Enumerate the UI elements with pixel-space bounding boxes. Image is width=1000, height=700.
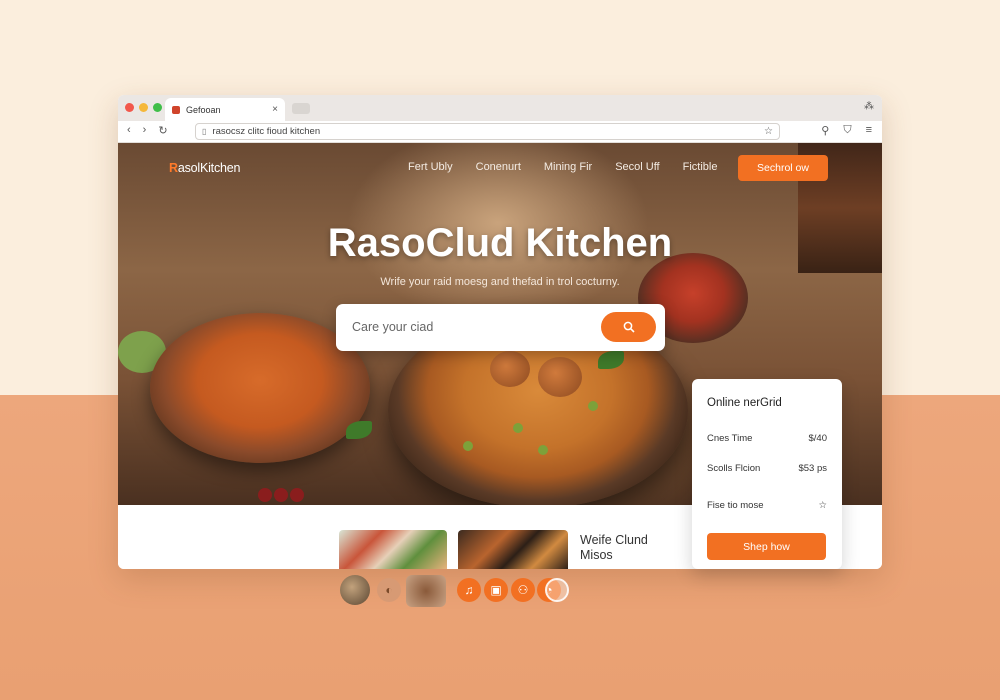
promo-text: Weife Clund Misos [580, 533, 648, 563]
card-row: Fise tio mose ☆ [707, 500, 827, 511]
icon-dock: ◐ ♫ ▣ ⚇ ◔ [0, 575, 1000, 607]
address-bar[interactable]: ▯ rasocsz clitc fioud kitchen ☆ [195, 123, 780, 140]
puzzle-icon[interactable]: ⚲ [821, 124, 829, 137]
card-title: Online nerGrid [707, 397, 782, 409]
star-icon[interactable]: ☆ [818, 500, 827, 511]
image-icon[interactable]: ▣ [484, 578, 508, 602]
herb-leaf-image [346, 421, 372, 439]
food-thumbnail[interactable] [339, 530, 447, 569]
avatar[interactable] [340, 575, 370, 605]
back-icon[interactable]: ‹ [127, 124, 131, 137]
tab-title: Gefooan [186, 104, 221, 115]
search-icon [623, 321, 635, 333]
forward-icon[interactable]: › [143, 124, 147, 137]
food-thumbnail[interactable] [458, 530, 568, 569]
minimize-window-button[interactable] [139, 103, 148, 112]
extensions-icon[interactable]: ⁂ [864, 101, 874, 112]
nav-links: Fert Ubly Conenurt Mining Fir Secol Uff … [408, 161, 717, 173]
maximize-window-button[interactable] [153, 103, 162, 112]
meatball-image [490, 351, 530, 387]
browser-toolbar: ‹ › ↻ ▯ rasocsz clitc fioud kitchen ☆ ⚲ … [118, 121, 882, 143]
nav-link-3[interactable]: Mining Fir [544, 161, 592, 173]
window-controls [125, 103, 162, 112]
people-icon[interactable]: ⚇ [511, 578, 535, 602]
hero-subtitle: Wrife your raid moesg and thefad in trol… [380, 276, 620, 288]
food-icon[interactable]: ◐ [377, 578, 401, 602]
card-row: Cnes Time $/40 [707, 433, 827, 444]
pea-image [588, 401, 598, 411]
toggle-ring-icon[interactable] [545, 578, 569, 602]
search-button[interactable] [601, 312, 656, 342]
pea-image [538, 445, 548, 455]
site-nav: RasolKitchen Fert Ubly Conenurt Mining F… [118, 143, 882, 193]
tab-close-icon[interactable]: × [272, 104, 278, 115]
order-card: Online nerGrid Cnes Time $/40 Scolls Flc… [692, 379, 842, 569]
browser-tab[interactable]: Gefooan × [165, 98, 285, 121]
profile-icon[interactable]: ⛉ [843, 124, 851, 137]
close-window-button[interactable] [125, 103, 134, 112]
promo-line-2: Misos [580, 548, 613, 562]
nav-link-5[interactable]: Fictible [683, 161, 718, 173]
shop-now-button[interactable]: Shep how [707, 533, 826, 560]
nav-cta-button[interactable]: Sechrol ow [738, 155, 828, 181]
reload-icon[interactable]: ↻ [158, 124, 167, 137]
music-icon[interactable]: ♫ [457, 578, 481, 602]
new-tab-button[interactable] [292, 103, 310, 114]
hero-title: RasoClud Kitchen [327, 221, 673, 265]
lock-icon: ▯ [202, 127, 207, 136]
meatball-image [538, 357, 582, 397]
tab-bar: Gefooan × ⁂ [118, 95, 882, 121]
promo-line-1: Weife Clund [580, 533, 648, 547]
site-logo[interactable]: RasolKitchen [169, 161, 240, 175]
search-input[interactable]: Care your ciad [352, 320, 433, 334]
favicon-icon [172, 105, 180, 114]
pea-image [513, 423, 523, 433]
nav-link-4[interactable]: Secol Uff [615, 161, 659, 173]
food-thumbnail[interactable] [406, 575, 446, 607]
menu-icon[interactable]: ≡ [866, 124, 872, 137]
pea-image [463, 441, 473, 451]
berries-image [258, 488, 308, 504]
nav-link-1[interactable]: Fert Ubly [408, 161, 453, 173]
nav-link-2[interactable]: Conenurt [476, 161, 521, 173]
card-row: Scolls Flcion $53 ps [707, 463, 827, 474]
url-text: rasocsz clitc fioud kitchen [212, 126, 321, 137]
bookmark-star-icon[interactable]: ☆ [764, 126, 773, 137]
hero-search-box[interactable]: Care your ciad [336, 304, 665, 351]
